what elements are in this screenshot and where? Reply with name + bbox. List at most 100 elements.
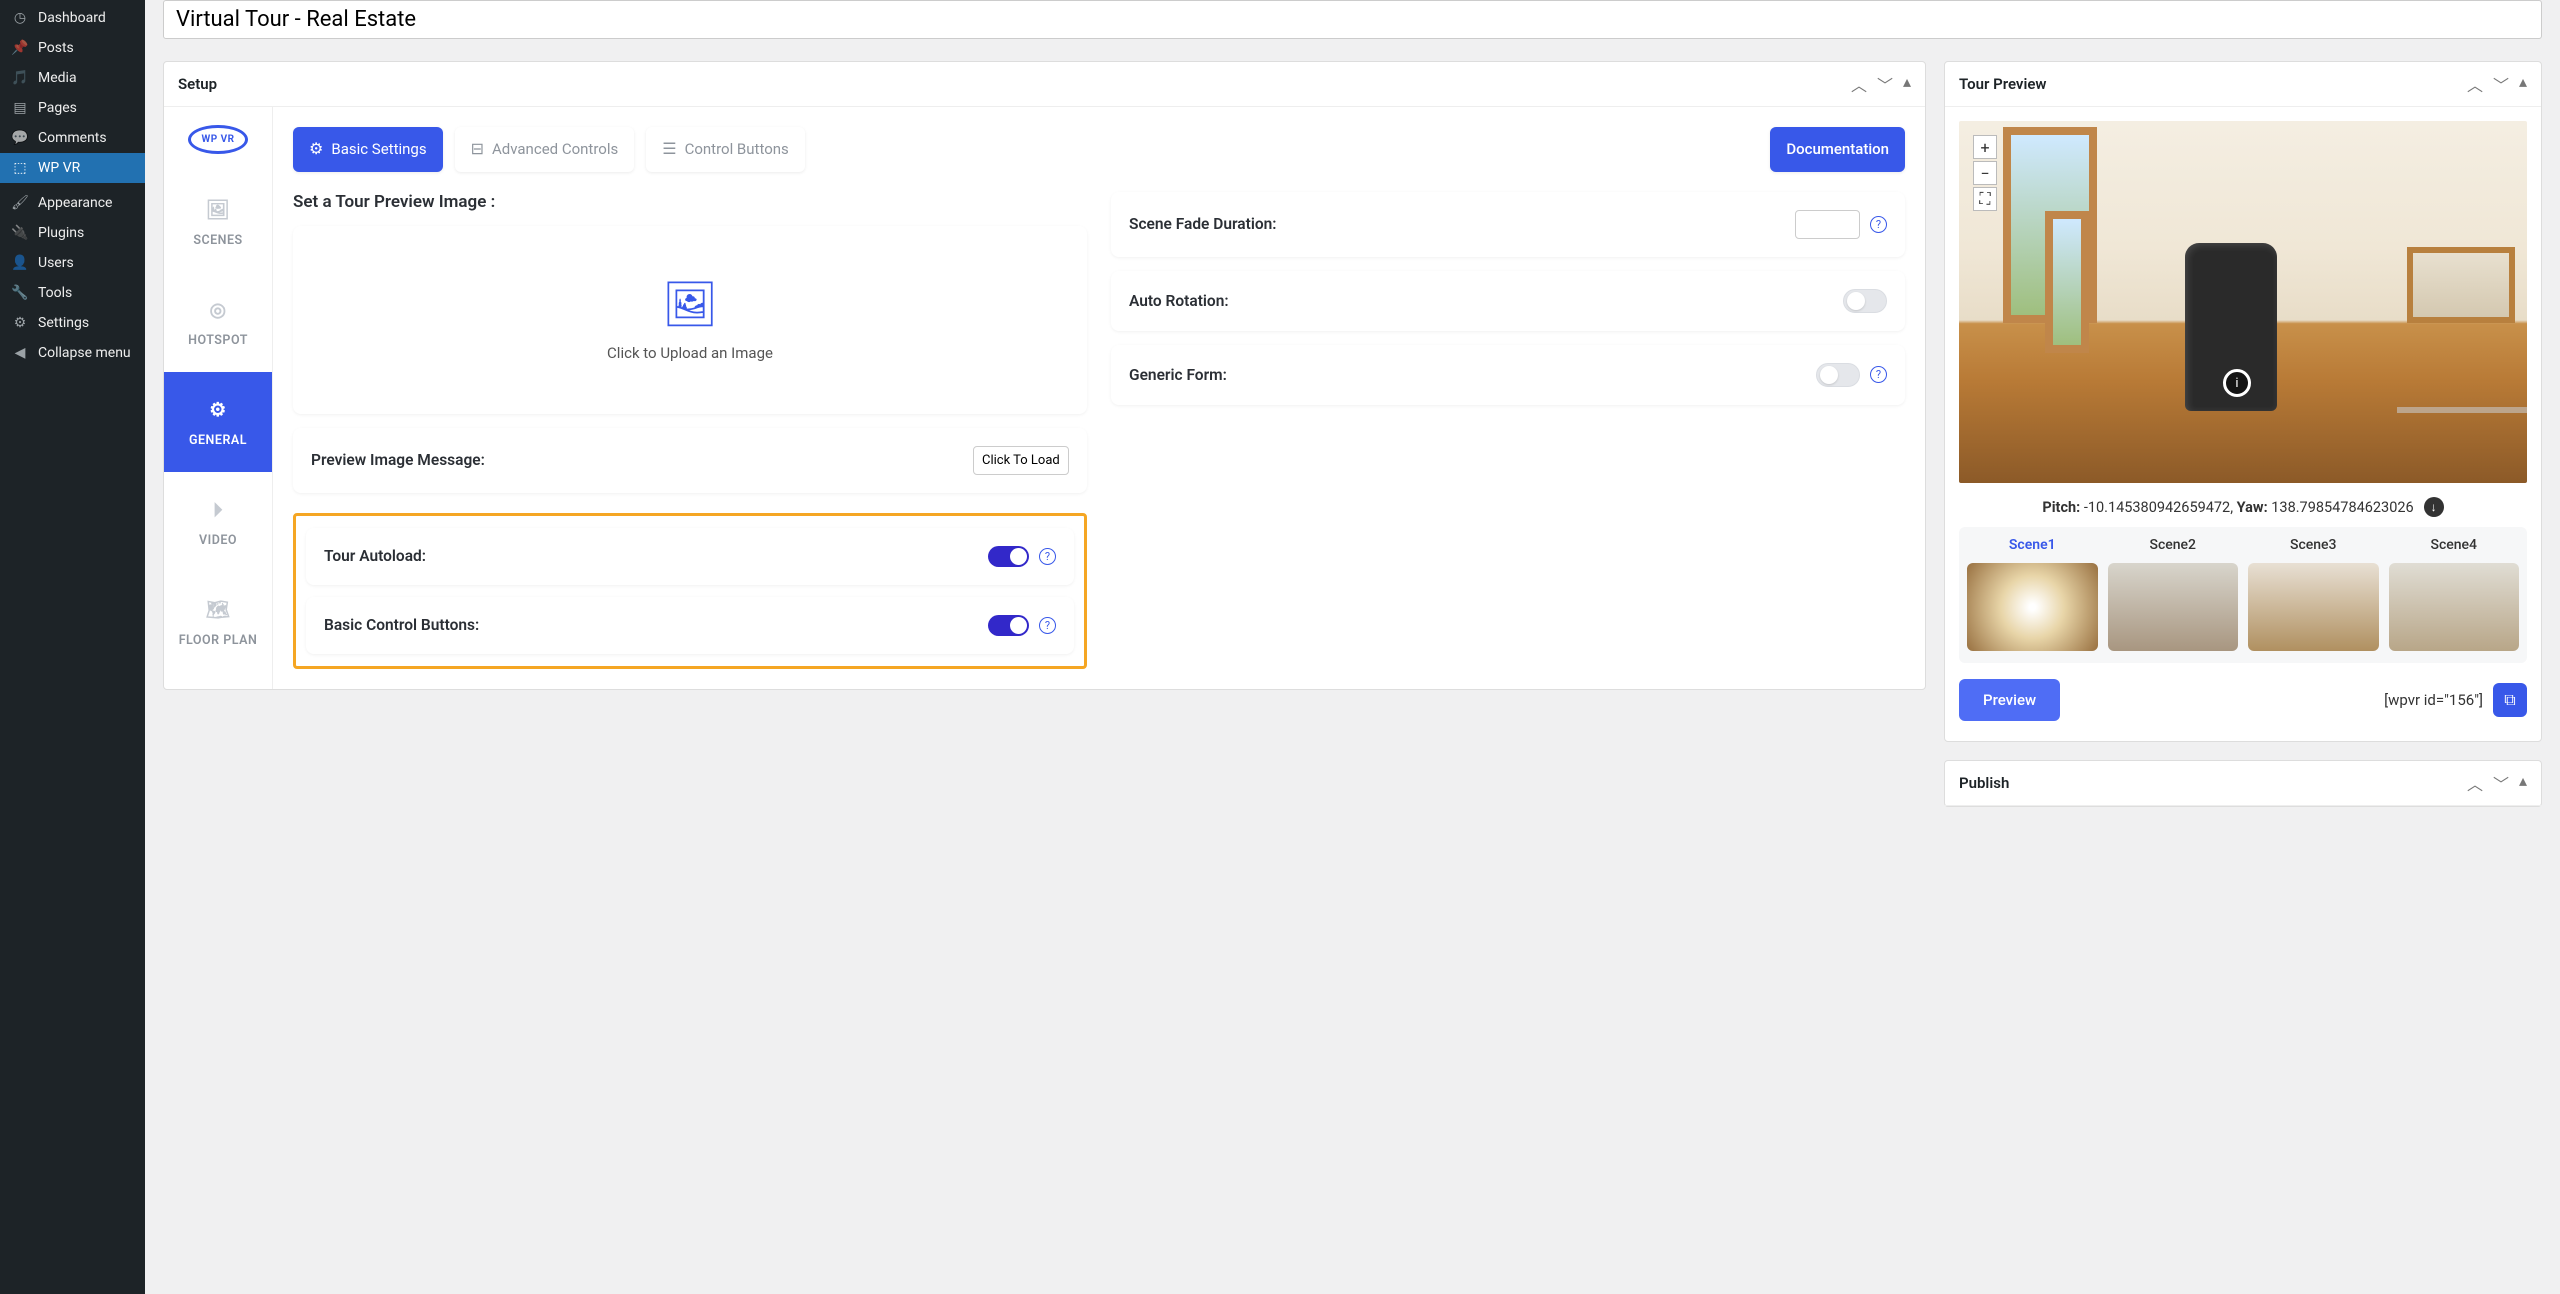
panel-toggle-icon[interactable]: ▴: [2519, 771, 2527, 795]
panorama-viewer[interactable]: i + − ⛶: [1959, 121, 2527, 483]
zoom-in-button[interactable]: +: [1973, 135, 1997, 159]
vtab-scenes[interactable]: 🖼SCENES: [164, 172, 272, 272]
target-icon: ◎: [209, 298, 226, 321]
generic-form-label: Generic Form:: [1129, 366, 1227, 384]
htab-control-buttons[interactable]: ☰Control Buttons: [646, 127, 805, 172]
sidebar-item-dashboard[interactable]: ◷Dashboard: [0, 3, 145, 33]
vtab-label: FLOOR PLAN: [179, 633, 258, 648]
setup-panel-header: Setup ︿ ﹀ ▴: [164, 62, 1925, 107]
gear-icon: ⚙: [309, 139, 323, 160]
publish-panel-title: Publish: [1959, 774, 2009, 792]
vr-icon: ⬚: [10, 160, 30, 176]
panel-down-icon[interactable]: ﹀: [2493, 771, 2509, 795]
scene-thumb-4[interactable]: Scene4: [2389, 537, 2520, 651]
pages-icon: ▤: [10, 100, 30, 116]
scene-thumb-image: [2108, 563, 2239, 651]
sidebar-label: Users: [38, 255, 74, 271]
sidebar-item-media[interactable]: 🎵Media: [0, 63, 145, 93]
upload-image-icon: 🖼: [662, 278, 718, 330]
download-coords-button[interactable]: ↓: [2424, 497, 2444, 517]
sidebar-item-wpvr[interactable]: ⬚ WP VR: [0, 153, 145, 183]
sidebar-item-collapse[interactable]: ◀Collapse menu: [0, 338, 145, 368]
sidebar-item-settings[interactable]: ⚙Settings: [0, 308, 145, 338]
scene-thumb-3[interactable]: Scene3: [2248, 537, 2379, 651]
htab-advanced-controls[interactable]: ⊟Advanced Controls: [455, 127, 635, 172]
preview-message-row: Preview Image Message:: [293, 428, 1087, 493]
documentation-button[interactable]: Documentation: [1770, 127, 1905, 172]
highlighted-toggles: Tour Autoload: ? Basic Control Buttons:: [293, 513, 1087, 669]
vertical-tabs: WP VR 🖼SCENES ◎ HOTSPOT ⚙GENERAL ⏵ VIDEO 🗺…: [164, 107, 273, 689]
panel-down-icon[interactable]: ﹀: [2493, 72, 2509, 96]
setup-panel-title: Setup: [178, 75, 217, 93]
scene-fade-label: Scene Fade Duration:: [1129, 215, 1277, 233]
sidebar-item-pages[interactable]: ▤Pages: [0, 93, 145, 123]
sidebar-item-users[interactable]: 👤Users: [0, 248, 145, 278]
sidebar-item-tools[interactable]: 🔧 Tools: [0, 278, 145, 308]
generic-form-row: Generic Form: ?: [1111, 345, 1905, 405]
yaw-label: Yaw:: [2237, 499, 2268, 516]
scene-thumb-image: [2389, 563, 2520, 651]
vtab-general[interactable]: ⚙GENERAL: [164, 372, 272, 472]
panel-toggle-icon[interactable]: ▴: [2519, 72, 2527, 96]
gear-icon: ⚙: [209, 398, 227, 421]
htab-basic-settings[interactable]: ⚙Basic Settings: [293, 127, 443, 172]
auto-rotation-row: Auto Rotation:: [1111, 271, 1905, 331]
scene-fade-input[interactable]: [1795, 210, 1860, 239]
vtab-video[interactable]: ⏵ VIDEO: [164, 472, 272, 572]
pitch-value: -10.145380942659472: [2084, 499, 2230, 516]
sidebar-label: Plugins: [38, 225, 84, 241]
panel-up-icon[interactable]: ︿: [2467, 72, 2483, 96]
auto-rotation-toggle[interactable]: [1843, 289, 1887, 313]
vtab-hotspot[interactable]: ◎ HOTSPOT: [164, 272, 272, 372]
vtab-label: HOTSPOT: [188, 333, 248, 348]
panel-down-icon[interactable]: ﹀: [1877, 72, 1893, 96]
upload-preview-image[interactable]: 🖼 Click to Upload an Image: [293, 226, 1087, 414]
help-icon[interactable]: ?: [1870, 216, 1887, 233]
scene-label: Scene3: [2248, 537, 2379, 553]
pano-table: [2397, 407, 2527, 413]
help-icon[interactable]: ?: [1870, 366, 1887, 383]
tour-title-input[interactable]: [163, 0, 2542, 39]
panel-toggle-icon[interactable]: ▴: [1903, 72, 1911, 96]
preview-button[interactable]: Preview: [1959, 679, 2060, 721]
panel-up-icon[interactable]: ︿: [2467, 771, 2483, 795]
generic-form-toggle[interactable]: [1816, 363, 1860, 387]
tour-autoload-toggle[interactable]: [988, 546, 1029, 567]
scene-thumb-2[interactable]: Scene2: [2108, 537, 2239, 651]
preview-panel-title: Tour Preview: [1959, 75, 2046, 93]
vtab-floorplan[interactable]: 🗺FLOOR PLAN: [164, 572, 272, 672]
hotspot-marker[interactable]: i: [2223, 369, 2251, 397]
upload-text: Click to Upload an Image: [607, 344, 773, 362]
pin-icon: 📌: [10, 40, 30, 56]
zoom-out-button[interactable]: −: [1973, 161, 1997, 185]
vtab-label: VIDEO: [199, 533, 237, 548]
coordinates-readout: Pitch: -10.145380942659472, Yaw: 138.798…: [1959, 483, 2527, 527]
pano-mirror: [2407, 247, 2515, 323]
wrench-icon: 🔧: [10, 285, 30, 301]
basic-control-buttons-row: Basic Control Buttons: ?: [306, 597, 1074, 654]
fullscreen-button[interactable]: ⛶: [1973, 187, 1997, 211]
panel-up-icon[interactable]: ︿: [1851, 72, 1867, 96]
scene-thumb-1[interactable]: Scene1: [1967, 537, 2098, 651]
sidebar-label: Tools: [38, 285, 72, 301]
sidebar-label: WP VR: [38, 160, 80, 176]
sidebar-item-plugins[interactable]: 🔌Plugins: [0, 218, 145, 248]
scene-label: Scene4: [2389, 537, 2520, 553]
copy-shortcode-button[interactable]: ⧉: [2493, 683, 2527, 717]
sidebar-item-posts[interactable]: 📌Posts: [0, 33, 145, 63]
help-icon[interactable]: ?: [1039, 617, 1056, 634]
basic-control-buttons-toggle[interactable]: [988, 615, 1029, 636]
shortcode-text: [wpvr id="156"]: [2384, 691, 2483, 709]
wpvr-logo-tab: WP VR: [164, 107, 272, 172]
preview-panel-header: Tour Preview ︿ ﹀ ▴: [1945, 62, 2541, 107]
help-icon[interactable]: ?: [1039, 548, 1056, 565]
sidebar-item-comments[interactable]: 💬Comments: [0, 123, 145, 153]
scene-label: Scene2: [2108, 537, 2239, 553]
preview-message-input[interactable]: [973, 446, 1069, 475]
publish-panel-header: Publish ︿ ﹀ ▴: [1945, 761, 2541, 806]
scene-thumb-image: [2248, 563, 2379, 651]
video-icon: ⏵: [213, 498, 223, 521]
htab-label: Control Buttons: [685, 140, 789, 160]
scene-thumbnails: Scene1 Scene2 Scene3 Scene4: [1959, 527, 2527, 663]
sidebar-item-appearance[interactable]: 🖌Appearance: [0, 188, 145, 218]
